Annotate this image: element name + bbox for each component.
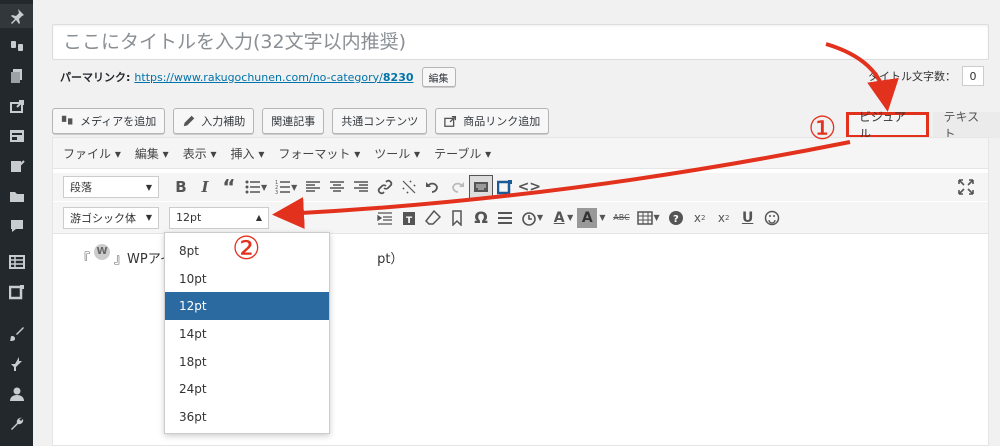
edit-icon[interactable] [0,154,33,178]
layout-icon[interactable] [0,124,33,148]
font-family-select[interactable]: 游ゴシック体 ▼ [63,206,159,229]
code-icon[interactable]: <> [517,175,541,199]
title-count-label: タイトル文字数： [868,70,956,83]
title-input[interactable] [53,25,988,59]
align-center-icon[interactable] [325,175,349,199]
help-icon[interactable]: ? [664,206,688,230]
permalink-edit-button[interactable]: 編集 [421,67,456,87]
brush-icon[interactable] [0,322,33,346]
admin-sidebar [0,0,33,446]
annotation-number-2: ② [232,229,261,267]
underline-icon[interactable]: U [736,206,760,230]
chevron-down-icon[interactable]: ▼ [599,213,605,222]
media-buttons: メディアを追加 入力補助 関連記事 共通コンテンツ 商品リンク追加 [52,108,550,134]
permalink-url[interactable]: https://www.rakugochunen.com/no-category… [134,71,413,84]
table-icon[interactable] [0,250,33,274]
unlink-icon[interactable] [397,175,421,199]
font-size-option[interactable]: 36pt [165,403,329,431]
italic-icon[interactable]: I [193,175,217,199]
toolbar-row-1: 段落 ▼ B I “ ▼ 1 2 3 ▼ <> [53,173,988,201]
svg-text:?: ? [673,214,679,225]
toolbar-row-2: 游ゴシック体 ▼ 12pt ▲ T Ω ▼ A ▼ A ▼ ABC ▼ ? x2 x2 … [53,202,988,234]
chevron-down-icon[interactable]: ▼ [567,213,573,222]
font-size-option[interactable]: 10pt [165,265,329,293]
plugin-icon[interactable] [0,352,33,376]
svg-text:3: 3 [275,190,278,195]
hr-icon[interactable] [493,206,517,230]
block-icon[interactable] [493,175,517,199]
font-size-option[interactable]: 18pt [165,348,329,376]
eraser-icon[interactable] [421,206,445,230]
media-icon [61,115,73,125]
superscript-icon[interactable]: x2 [712,206,736,230]
indent-icon[interactable] [373,206,397,230]
keyboard-icon[interactable] [469,175,494,199]
paste-text-icon[interactable]: T [397,206,421,230]
add-media-button[interactable]: メディアを追加 [52,108,166,134]
svg-text:T: T [406,216,413,226]
menu-tools[interactable]: ツール ▾ [374,145,420,162]
share-icon[interactable] [0,94,33,118]
font-size-option[interactable]: 24pt [165,375,329,403]
font-size-select[interactable]: 12pt ▲ [169,206,269,229]
pencil-icon [183,115,195,127]
menu-insert[interactable]: 挿入 ▾ [231,145,265,162]
pin-icon[interactable] [0,4,33,28]
title-count: タイトル文字数： 0 [868,66,984,86]
editor-tabs: ビジュアル テキスト [846,110,1000,141]
undo-icon[interactable] [421,175,445,199]
bold-icon[interactable]: B [169,175,193,199]
blockquote-icon[interactable]: “ [217,175,241,199]
omega-icon[interactable]: Ω [469,206,493,230]
related-posts-button[interactable]: 関連記事 [262,108,325,134]
block-icon[interactable] [0,280,33,304]
pages-icon[interactable] [0,64,33,88]
subscript-icon[interactable]: x2 [688,206,712,230]
product-link-button[interactable]: 商品リンク追加 [435,108,550,134]
permalink-label: パーマリンク: [60,71,131,84]
tab-visual[interactable]: ビジュアル [846,110,930,141]
align-left-icon[interactable] [301,175,325,199]
strikethrough-icon[interactable]: ABC [609,206,633,230]
menu-view[interactable]: 表示 ▾ [183,145,217,162]
title-box [52,24,989,60]
editor-menubar: ファイル ▾ 編集 ▾ 表示 ▾ 挿入 ▾ フォーマット ▾ ツール ▾ テーブ… [53,138,988,169]
wrench-icon[interactable] [0,412,33,436]
format-select[interactable]: 段落 ▼ [63,176,159,198]
chevron-down-icon[interactable]: ▼ [653,213,659,222]
menu-edit[interactable]: 編集 ▾ [135,145,169,162]
content-text-before: 『 [77,252,91,267]
bookmark-icon[interactable] [445,206,469,230]
input-assist-button[interactable]: 入力補助 [173,108,255,134]
annotation-number-1: ① [808,109,837,147]
fullscreen-icon[interactable] [954,175,978,199]
menu-table[interactable]: テーブル ▾ [434,145,491,162]
wordpress-logo-icon: W [94,243,111,260]
chevron-down-icon[interactable]: ▼ [261,183,267,192]
font-size-option[interactable]: 14pt [165,320,329,348]
folder-icon[interactable] [0,184,33,208]
link-icon[interactable] [373,175,397,199]
font-size-option-selected[interactable]: 12pt [165,292,329,321]
chevron-down-icon[interactable]: ▼ [291,183,297,192]
media-icon[interactable] [0,34,33,58]
common-content-button[interactable]: 共通コンテンツ [332,108,428,134]
title-count-value: 0 [962,66,984,86]
share-icon [444,115,457,127]
content-text-tail: pt） [377,252,404,267]
user-icon[interactable] [0,382,33,406]
emoji-icon[interactable] [760,206,784,230]
chevron-down-icon[interactable]: ▼ [537,213,543,222]
background-color-icon[interactable]: A [577,207,598,228]
redo-icon[interactable] [445,175,469,199]
menu-format[interactable]: フォーマット ▾ [278,145,360,162]
tab-text[interactable]: テキスト [933,110,1000,141]
align-right-icon[interactable] [349,175,373,199]
comment-icon[interactable] [0,214,33,238]
menu-file[interactable]: ファイル ▾ [63,145,121,162]
permalink-row: パーマリンク: https://www.rakugochunen.com/no-… [60,67,456,87]
